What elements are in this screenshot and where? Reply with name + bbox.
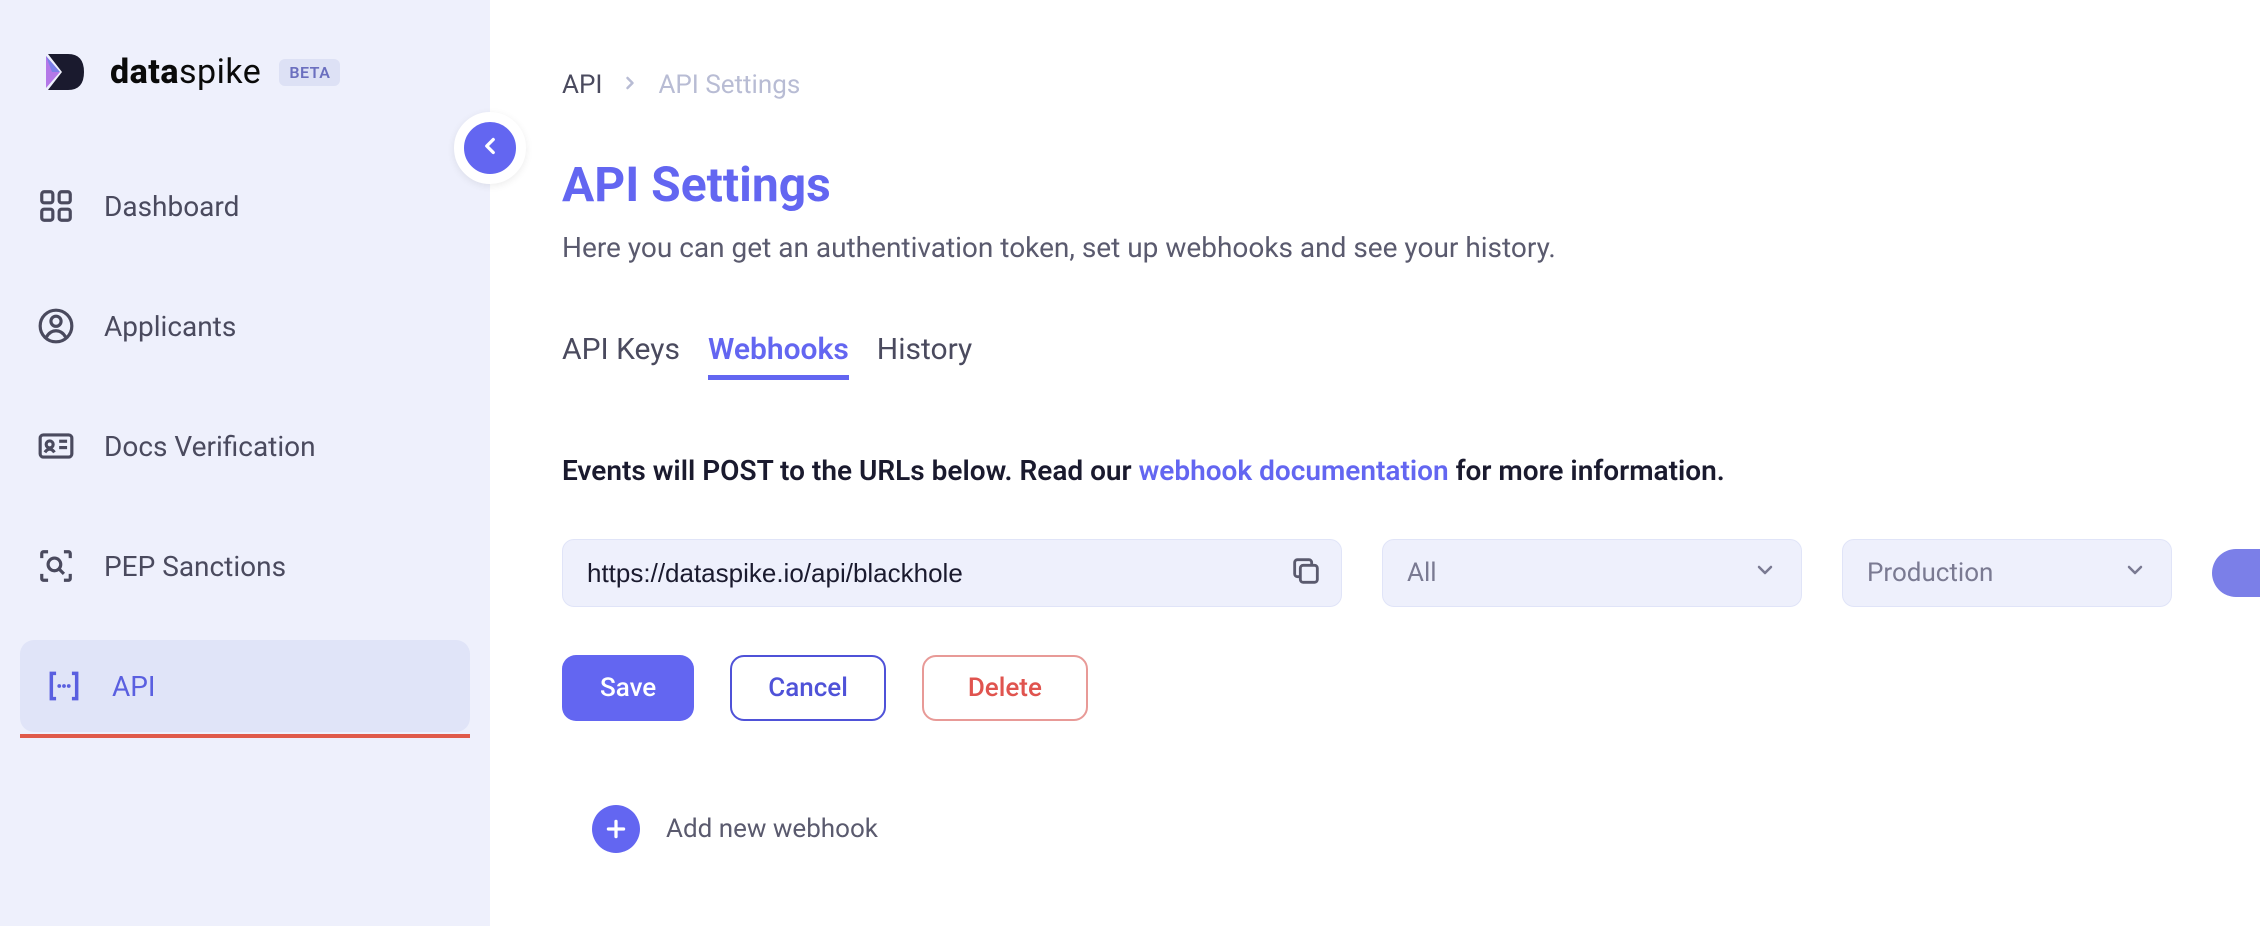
delete-button[interactable]: Delete	[922, 655, 1088, 721]
api-icon	[44, 666, 84, 706]
tabs: API Keys Webhooks History	[562, 332, 2260, 380]
sidebar-item-dashboard[interactable]: Dashboard	[12, 160, 478, 252]
logo-mark-icon	[36, 44, 92, 100]
beta-badge: BETA	[279, 59, 340, 86]
add-webhook-button[interactable]: Add new webhook	[562, 805, 2260, 853]
events-select-value: All	[1407, 558, 1437, 588]
webhook-info-text: Events will POST to the URLs below. Read…	[562, 454, 2260, 487]
action-buttons: Save Cancel Delete	[562, 655, 2260, 721]
dashboard-icon	[36, 186, 76, 226]
page-title: API Settings	[562, 156, 2260, 213]
sidebar-item-label: Applicants	[104, 310, 236, 343]
user-icon	[36, 306, 76, 346]
chevron-down-icon	[1753, 558, 1777, 589]
plus-icon	[592, 805, 640, 853]
page-subtitle: Here you can get an authentivation token…	[562, 231, 2260, 264]
sidebar-item-label: Dashboard	[104, 190, 239, 223]
copy-url-button[interactable]	[1282, 549, 1330, 597]
cancel-button[interactable]: Cancel	[730, 655, 886, 721]
chevron-left-icon	[477, 133, 503, 163]
chevron-down-icon	[2123, 558, 2147, 589]
webhook-docs-link[interactable]: webhook documentation	[1139, 454, 1449, 487]
copy-icon	[1289, 554, 1323, 592]
collapse-sidebar-button[interactable]	[454, 112, 526, 184]
logo-text: dataspike	[110, 52, 261, 92]
tab-webhooks[interactable]: Webhooks	[708, 332, 849, 380]
webhook-url-input[interactable]	[562, 539, 1342, 607]
webhook-row: All Production	[562, 539, 2260, 607]
save-button[interactable]: Save	[562, 655, 694, 721]
scan-search-icon	[36, 546, 76, 586]
logo: dataspike BETA	[0, 44, 490, 160]
id-card-icon	[36, 426, 76, 466]
sidebar-item-label: API	[112, 670, 156, 703]
breadcrumb-current: API Settings	[658, 70, 800, 100]
add-webhook-label: Add new webhook	[666, 814, 878, 844]
chevron-right-icon	[620, 70, 640, 100]
events-select[interactable]: All	[1382, 539, 1802, 607]
breadcrumb: API API Settings	[562, 70, 2260, 100]
main-content: API API Settings API Settings Here you c…	[490, 0, 2260, 926]
sidebar-item-label: PEP Sanctions	[104, 550, 286, 583]
webhook-url-container	[562, 539, 1342, 607]
sidebar-item-docs-verification[interactable]: Docs Verification	[12, 400, 478, 492]
sidebar: dataspike BETA Dashboard Applicants D	[0, 0, 490, 926]
sidebar-nav: Dashboard Applicants Docs Verification P…	[0, 160, 490, 732]
sidebar-item-pep-sanctions[interactable]: PEP Sanctions	[12, 520, 478, 612]
sidebar-item-label: Docs Verification	[104, 430, 316, 463]
sidebar-item-applicants[interactable]: Applicants	[12, 280, 478, 372]
sidebar-item-api[interactable]: API	[20, 640, 470, 732]
tab-history[interactable]: History	[877, 332, 972, 380]
webhook-toggle[interactable]	[2212, 549, 2260, 597]
environment-select-value: Production	[1867, 558, 1993, 588]
tab-api-keys[interactable]: API Keys	[562, 332, 680, 380]
environment-select[interactable]: Production	[1842, 539, 2172, 607]
breadcrumb-root[interactable]: API	[562, 70, 602, 100]
